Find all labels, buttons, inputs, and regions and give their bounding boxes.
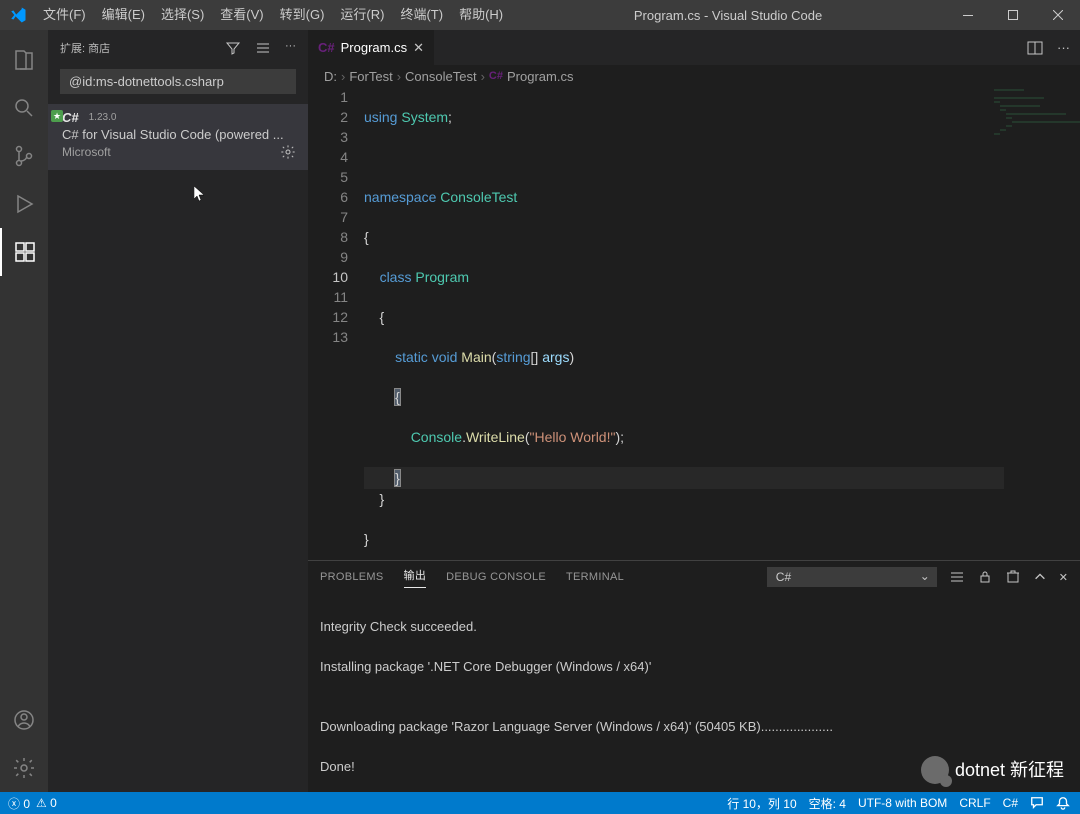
close-button[interactable] — [1035, 0, 1080, 30]
panel-tab-debug[interactable]: DEBUG CONSOLE — [446, 571, 546, 583]
notifications-icon[interactable] — [1056, 796, 1070, 810]
extension-lang-badge: C# — [62, 110, 79, 125]
more-icon[interactable]: ··· — [285, 40, 296, 56]
title-bar: 文件(F) 编辑(E) 选择(S) 查看(V) 转到(G) 运行(R) 终端(T… — [0, 0, 1080, 30]
mouse-cursor — [194, 186, 206, 204]
extension-item[interactable]: ★ C# C# 1.23.0 C# for Visual Studio Code… — [48, 104, 308, 170]
status-bar: ⓧ 0 ⚠ 0 行 10，列 10 空格: 4 UTF-8 with BOM C… — [0, 792, 1080, 814]
activity-bar — [0, 30, 48, 792]
panel-tabs: PROBLEMS 输出 DEBUG CONSOLE TERMINAL C# ✕ — [308, 561, 1080, 593]
extensions-icon[interactable] — [0, 228, 48, 276]
vscode-logo — [0, 6, 35, 24]
breadcrumb-segment[interactable]: Program.cs — [507, 69, 573, 84]
eol-status[interactable]: CRLF — [959, 796, 990, 810]
menu-file[interactable]: 文件(F) — [35, 0, 94, 30]
menu-run[interactable]: 运行(R) — [332, 0, 392, 30]
output-settings-icon[interactable] — [949, 569, 965, 585]
editor-tab[interactable]: C# Program.cs ✕ — [308, 30, 435, 65]
window-controls — [945, 0, 1080, 30]
panel-tab-terminal[interactable]: TERMINAL — [566, 571, 624, 583]
clear-output-icon[interactable] — [1005, 569, 1021, 585]
watermark: dotnet 新征程 — [921, 756, 1064, 784]
breadcrumb-segment[interactable]: D: — [324, 69, 337, 84]
close-panel-icon[interactable]: ✕ — [1059, 571, 1068, 584]
close-tab-icon[interactable]: ✕ — [413, 40, 424, 56]
extensions-search-input[interactable] — [60, 69, 296, 94]
menu-go[interactable]: 转到(G) — [272, 0, 333, 30]
breadcrumb-segment[interactable]: ConsoleTest — [405, 69, 477, 84]
settings-gear-icon[interactable] — [0, 744, 48, 792]
extension-description: C# for Visual Studio Code (powered ... — [62, 127, 296, 142]
breadcrumbs[interactable]: D:› ForTest› ConsoleTest› C# Program.cs — [308, 65, 1080, 87]
clear-icon[interactable] — [255, 40, 271, 56]
csharp-icon: C# — [489, 70, 503, 82]
feedback-icon[interactable] — [1030, 796, 1044, 810]
encoding-status[interactable]: UTF-8 with BOM — [858, 796, 947, 810]
window-title: Program.cs - Visual Studio Code — [511, 8, 945, 23]
sidebar-header: 扩展: 商店 ··· — [48, 30, 308, 65]
line-numbers: 12345678910111213 — [308, 87, 364, 560]
star-icon: ★ — [51, 110, 63, 122]
panel-tab-problems[interactable]: PROBLEMS — [320, 571, 384, 583]
language-status[interactable]: C# — [1003, 796, 1018, 810]
sidebar-title: 扩展: 商店 — [60, 40, 110, 56]
tab-label: Program.cs — [341, 40, 407, 55]
run-debug-icon[interactable] — [0, 180, 48, 228]
extension-version: 1.23.0 — [89, 112, 117, 123]
menu-view[interactable]: 查看(V) — [212, 0, 271, 30]
explorer-icon[interactable] — [0, 36, 48, 84]
lock-scroll-icon[interactable] — [977, 569, 993, 585]
menu-selection[interactable]: 选择(S) — [153, 0, 212, 30]
menu-edit[interactable]: 编辑(E) — [94, 0, 153, 30]
code-content[interactable]: using System; namespace ConsoleTest { cl… — [364, 87, 1080, 560]
code-editor[interactable]: 12345678910111213 using System; namespac… — [308, 87, 1080, 560]
wechat-icon — [921, 756, 949, 784]
breadcrumb-segment[interactable]: ForTest — [349, 69, 392, 84]
split-editor-icon[interactable] — [1027, 40, 1043, 56]
menu-terminal[interactable]: 终端(T) — [392, 0, 451, 30]
indent-status[interactable]: 空格: 4 — [809, 795, 846, 812]
minimap[interactable] — [990, 87, 1080, 167]
editor-tabs: C# Program.cs ✕ ··· — [308, 30, 1080, 65]
menu-bar: 文件(F) 编辑(E) 选择(S) 查看(V) 转到(G) 运行(R) 终端(T… — [35, 0, 511, 30]
chevron-up-icon[interactable] — [1033, 570, 1047, 584]
search-icon[interactable] — [0, 84, 48, 132]
editor-area: C# Program.cs ✕ ··· D:› ForTest› Console… — [308, 30, 1080, 792]
bottom-panel: PROBLEMS 输出 DEBUG CONSOLE TERMINAL C# ✕ … — [308, 560, 1080, 792]
maximize-button[interactable] — [990, 0, 1035, 30]
menu-help[interactable]: 帮助(H) — [451, 0, 511, 30]
filter-icon[interactable] — [225, 40, 241, 56]
sidebar: 扩展: 商店 ··· ★ C# C# 1.23.0 C# for Visual … — [48, 30, 308, 792]
output-channel-select[interactable]: C# — [767, 567, 937, 587]
extension-publisher: Microsoft — [62, 145, 111, 159]
warnings-count[interactable]: ⚠ 0 — [36, 796, 57, 810]
more-actions-icon[interactable]: ··· — [1057, 40, 1070, 55]
source-control-icon[interactable] — [0, 132, 48, 180]
minimize-button[interactable] — [945, 0, 990, 30]
errors-count[interactable]: ⓧ 0 — [8, 795, 30, 812]
extension-gear-icon[interactable] — [280, 144, 296, 160]
account-icon[interactable] — [0, 696, 48, 744]
output-content[interactable]: Integrity Check succeeded. Installing pa… — [308, 593, 1080, 792]
cursor-position[interactable]: 行 10，列 10 — [727, 795, 796, 812]
csharp-icon: C# — [318, 40, 335, 55]
panel-tab-output[interactable]: 输出 — [404, 567, 427, 588]
